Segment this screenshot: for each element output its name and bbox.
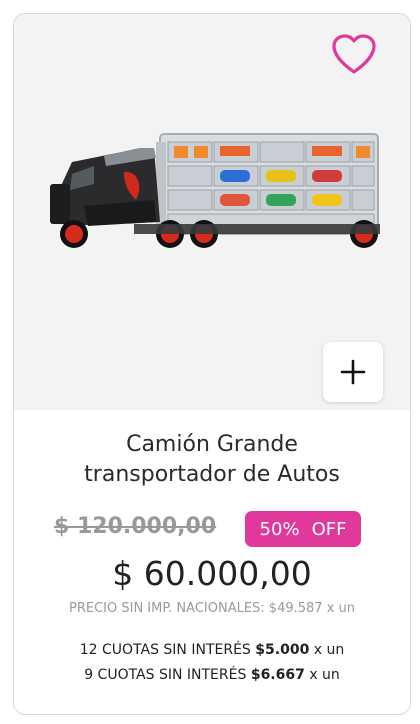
installment-amount: $6.667 [250,667,305,683]
plus-icon [340,359,366,385]
product-photo-truck [50,133,380,248]
discount-badge: 50% OFF [245,511,361,547]
current-price: $ 60.000,00 [112,554,312,593]
product-title[interactable]: Camión Grande transportador de Autos [14,430,410,490]
discount-label: OFF [311,518,347,540]
tax-note: PRECIO SIN IMP. NACIONALES: $49.587 x un [69,601,355,616]
product-title-line2: transportador de Autos [84,462,340,487]
add-to-cart-button[interactable] [323,342,383,402]
product-image[interactable] [14,14,410,410]
favorite-button[interactable] [330,32,378,76]
installment-line: 12 CUOTAS SIN INTERÉS $5.000 x un [14,642,410,658]
installment-suffix: x un [313,642,345,658]
installment-text: 9 CUOTAS SIN INTERÉS [84,667,247,683]
heart-icon [332,34,376,74]
product-title-line1: Camión Grande [126,432,298,457]
product-card[interactable]: Camión Grande transportador de Autos $ 1… [13,13,411,715]
installment-text: 12 CUOTAS SIN INTERÉS [79,642,251,658]
discount-percent: 50% [259,518,300,540]
installment-suffix: x un [309,667,340,683]
installment-amount: $5.000 [255,642,310,658]
installment-line: 9 CUOTAS SIN INTERÉS $6.667 x un [14,667,410,683]
original-price: $ 120.000,00 [54,514,217,539]
